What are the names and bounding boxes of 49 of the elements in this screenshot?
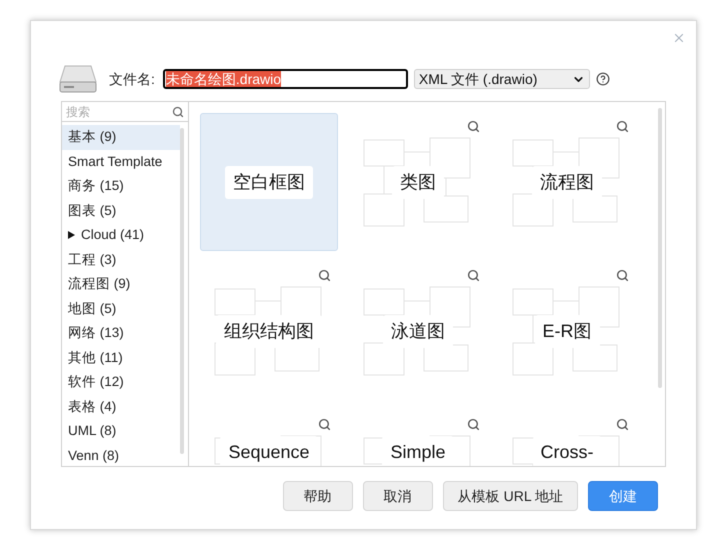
zoom-icon[interactable] (616, 120, 629, 133)
template-tile[interactable]: 类图 (349, 113, 487, 251)
template-label: 组织结构图 (216, 314, 322, 348)
template-label: Cross- (532, 436, 602, 466)
category-item[interactable]: 软件 (12) (62, 370, 180, 394)
category-item[interactable]: 其他 (11) (62, 346, 180, 370)
template-tile[interactable]: 泳道图 (349, 262, 487, 400)
category-item[interactable]: UML (8) (62, 419, 180, 444)
template-tile[interactable]: E-R图 (498, 262, 636, 400)
file-name-field[interactable]: 未命名绘图.drawio (162, 69, 408, 89)
template-label: E-R图 (534, 314, 600, 348)
template-label: 泳道图 (383, 314, 453, 348)
dialog-button[interactable]: 从模板 URL 地址 (442, 481, 578, 511)
help-icon[interactable] (596, 72, 610, 86)
category-item[interactable]: 图表 (5) (62, 198, 180, 223)
template-label: 类图 (392, 166, 444, 198)
zoom-icon[interactable] (467, 120, 480, 133)
file-name-label: 文件名: (109, 70, 155, 88)
category-item[interactable]: 网络 (13) (62, 321, 180, 346)
category-item[interactable]: 基本 (9) (62, 125, 180, 150)
template-label: 流程图 (532, 166, 602, 198)
zoom-icon[interactable] (616, 418, 629, 431)
template-label: Sequence (220, 436, 318, 466)
dialog-button[interactable]: 取消 (362, 481, 433, 511)
hard-drive-icon (59, 64, 97, 94)
category-item[interactable]: Venn (8) (62, 444, 180, 466)
zoom-icon[interactable] (318, 418, 331, 431)
template-label: 空白框图 (225, 166, 313, 198)
search-icon (172, 106, 184, 118)
zoom-icon[interactable] (318, 269, 331, 282)
zoom-icon[interactable] (467, 418, 480, 431)
template-label: Simple (382, 436, 454, 466)
scrollbar[interactable] (658, 108, 662, 388)
search-field[interactable]: 搜索 (66, 102, 156, 120)
category-item[interactable]: 工程 (3) (62, 248, 180, 272)
category-item[interactable]: 地图 (5) (62, 296, 180, 321)
template-tile[interactable]: 空白框图 (200, 113, 338, 251)
zoom-icon[interactable] (616, 269, 629, 282)
category-item[interactable]: Cloud (41) (62, 223, 180, 248)
zoom-icon[interactable] (467, 269, 480, 282)
template-tile[interactable]: 流程图 (498, 113, 636, 251)
category-item[interactable]: 商务 (15) (62, 174, 180, 198)
category-item[interactable]: 流程图 (9) (62, 272, 180, 296)
dialog-button[interactable]: 帮助 (282, 481, 353, 511)
scrollbar[interactable] (180, 128, 184, 454)
category-item[interactable]: Smart Template (62, 150, 180, 174)
category-item[interactable]: 表格 (4) (62, 394, 180, 419)
format-select[interactable]: XML 文件 (.drawio) (414, 69, 590, 89)
template-tile[interactable]: 组织结构图 (200, 262, 338, 400)
